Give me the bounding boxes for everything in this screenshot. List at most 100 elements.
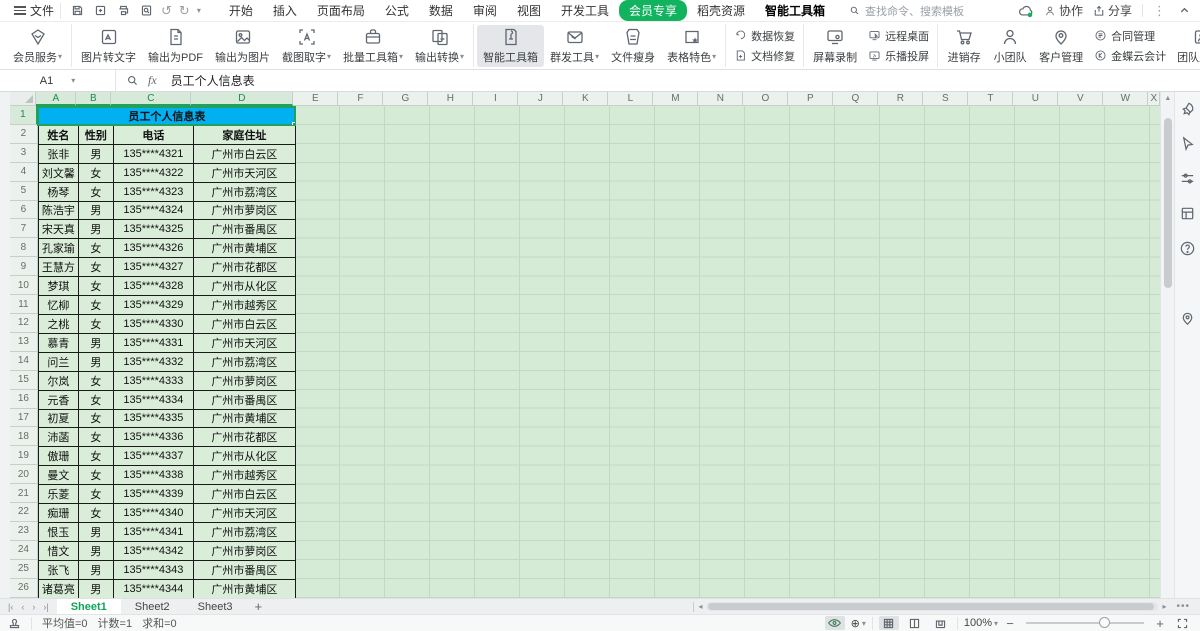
row-header-12[interactable]: 12 (9, 313, 38, 333)
zoom-out-button[interactable]: − (1004, 616, 1016, 631)
tool-数据恢复[interactable]: 数据恢复 (734, 28, 795, 44)
add-sheet-button[interactable]: + (247, 599, 271, 614)
header-cell-性别[interactable]: 性别 (77, 124, 114, 145)
column-header-P[interactable]: P (788, 92, 834, 106)
cloud-sync-icon[interactable] (1018, 3, 1034, 19)
tool-乐播投屏[interactable]: 乐播投屏 (868, 48, 929, 64)
name-cell[interactable]: 忆柳 (37, 295, 79, 315)
address-cell[interactable]: 广州市萝岗区 (192, 370, 296, 391)
print-preview-button[interactable] (138, 3, 154, 19)
column-header-H[interactable]: H (428, 92, 474, 106)
phone-cell[interactable]: 135****4342 (112, 540, 194, 561)
address-cell[interactable]: 广州市黄埔区 (192, 238, 296, 259)
gender-cell[interactable]: 女 (77, 162, 114, 183)
vertical-scrollbar[interactable]: ▲ (1160, 92, 1175, 598)
page-layout-view-button[interactable] (931, 616, 951, 630)
gender-cell[interactable]: 男 (77, 200, 114, 221)
phone-cell[interactable]: 135****4335 (112, 408, 194, 429)
phone-cell[interactable]: 135****4324 (112, 200, 194, 221)
column-header-X[interactable]: X (1148, 92, 1161, 106)
hscroll-left-icon[interactable]: ◂ (698, 602, 702, 611)
row-header-11[interactable]: 11 (9, 295, 38, 314)
sidebar-rocket-icon[interactable] (1179, 100, 1196, 120)
cell-name-box[interactable]: A1 ▾ (0, 70, 116, 91)
row-header-3[interactable]: 3 (9, 143, 38, 163)
name-cell[interactable]: 恨玉 (37, 521, 79, 542)
fit-selection-button[interactable]: ⊕ ▾ (851, 617, 866, 630)
gender-cell[interactable]: 女 (77, 313, 114, 334)
menu-tab-视图[interactable]: 视图 (507, 0, 551, 21)
address-cell[interactable]: 广州市荔湾区 (192, 181, 296, 202)
column-header-T[interactable]: T (968, 92, 1014, 106)
formula-input[interactable]: 员工个人信息表 (167, 70, 1200, 91)
name-cell[interactable]: 曼文 (37, 465, 79, 486)
gender-cell[interactable]: 女 (77, 389, 114, 410)
sidebar-pin-icon[interactable] (1179, 310, 1196, 330)
name-box-dropdown-icon[interactable]: ▾ (71, 76, 75, 85)
name-cell[interactable]: 沛菡 (37, 427, 79, 448)
phone-cell[interactable]: 135****4325 (112, 219, 194, 240)
address-cell[interactable]: 广州市天河区 (192, 162, 296, 183)
name-cell[interactable]: 陈浩宇 (37, 200, 79, 221)
tool-输出为PDF[interactable]: 输出为PDF (142, 25, 209, 67)
gender-cell[interactable]: 女 (77, 257, 114, 278)
name-cell[interactable]: 慕青 (37, 332, 79, 353)
gender-cell[interactable]: 女 (77, 295, 114, 315)
gender-cell[interactable]: 女 (77, 465, 114, 486)
header-cell-家庭住址[interactable]: 家庭住址 (192, 124, 296, 145)
gender-cell[interactable]: 女 (77, 370, 114, 391)
name-cell[interactable]: 傲珊 (37, 446, 79, 467)
gender-cell[interactable]: 男 (77, 578, 114, 598)
address-cell[interactable]: 广州市天河区 (192, 332, 296, 353)
empty-cells-region[interactable] (294, 106, 1161, 598)
tool-会员服务[interactable]: 会员服务 ▾ (7, 25, 68, 67)
row-header-26[interactable]: 26 (9, 578, 38, 598)
address-cell[interactable]: 广州市从化区 (192, 446, 296, 467)
tool-金蝶云会计[interactable]: 金蝶云会计 (1094, 48, 1166, 64)
row-header-16[interactable]: 16 (9, 389, 38, 409)
column-header-J[interactable]: J (518, 92, 564, 106)
menu-tab-会员专享[interactable]: 会员专享 (618, 0, 687, 21)
cell-grid[interactable]: 员工个人信息表 姓名 性别 电话 家庭住址 张非男 135****4321 广州市白云区 刘文馨… (37, 105, 1161, 598)
row-header-10[interactable]: 10 (9, 276, 38, 296)
gender-cell[interactable]: 女 (77, 446, 114, 467)
row-header-18[interactable]: 18 (9, 427, 38, 447)
scroll-up-icon[interactable]: ▲ (1164, 95, 1171, 102)
tool-截图取字[interactable]: 截图取字 ▾ (276, 25, 337, 67)
address-cell[interactable]: 广州市番禺区 (192, 389, 296, 410)
collaborate-button[interactable]: 协作 (1044, 2, 1083, 19)
menu-tab-开发工具[interactable]: 开发工具 (551, 0, 619, 21)
macro-record-icon[interactable] (8, 617, 21, 630)
sidebar-slider-icon[interactable] (1179, 170, 1196, 190)
normal-view-button[interactable] (878, 616, 899, 630)
row-header-7[interactable]: 7 (9, 219, 38, 239)
undo-button[interactable]: ↺ (161, 3, 172, 19)
phone-cell[interactable]: 135****4329 (112, 295, 194, 315)
share-button[interactable]: 分享 (1093, 2, 1132, 19)
column-header-Q[interactable]: Q (833, 92, 879, 106)
table-title-cell[interactable]: 员工个人信息表 (37, 105, 297, 127)
menu-tab-数据[interactable]: 数据 (419, 0, 463, 21)
tool-团队应用[interactable]: 团队应用▾ (1171, 25, 1200, 67)
name-cell[interactable]: 张飞 (37, 559, 79, 580)
collapse-ribbon-icon[interactable] (1176, 3, 1192, 19)
address-cell[interactable]: 广州市白云区 (192, 143, 296, 164)
address-cell[interactable]: 广州市越秀区 (192, 465, 296, 486)
address-cell[interactable]: 广州市黄埔区 (192, 408, 296, 429)
name-cell[interactable]: 刘文馨 (37, 162, 79, 183)
address-cell[interactable]: 广州市荔湾区 (192, 351, 296, 372)
column-header-E[interactable]: E (293, 92, 339, 106)
column-header-K[interactable]: K (563, 92, 609, 106)
vertical-scroll-thumb[interactable] (1163, 118, 1172, 288)
hscroll-right-icon[interactable]: ▸ (1162, 602, 1166, 611)
sheet-tab-Sheet3[interactable]: Sheet3 (184, 599, 247, 614)
row-header-4[interactable]: 4 (9, 162, 38, 182)
column-header-I[interactable]: I (473, 92, 519, 106)
tool-图片转文字[interactable]: 图片转文字 (75, 25, 142, 67)
row-header-25[interactable]: 25 (9, 559, 38, 579)
phone-cell[interactable]: 135****4344 (112, 578, 194, 598)
gender-cell[interactable]: 男 (77, 521, 114, 542)
name-cell[interactable]: 元香 (37, 389, 79, 410)
phone-cell[interactable]: 135****4326 (112, 238, 194, 259)
column-header-N[interactable]: N (698, 92, 744, 106)
